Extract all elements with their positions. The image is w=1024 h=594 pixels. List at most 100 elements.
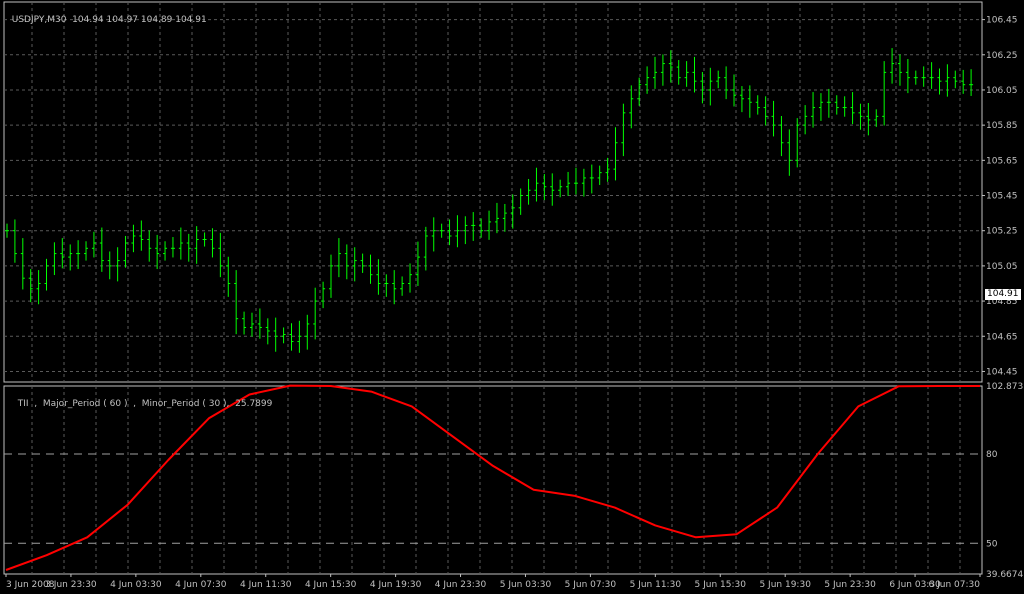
ohlc-bar [384, 274, 389, 297]
ohlc-bar [305, 314, 310, 350]
ohlc-bar [313, 287, 318, 340]
ohlc-bar [76, 240, 81, 270]
ohlc-bar [368, 254, 373, 284]
ohlc-bar [20, 238, 25, 290]
ohlc-bar [194, 226, 199, 264]
ohlc-bar [953, 70, 958, 89]
ohlc-bar [170, 237, 175, 258]
ohlc-bar [605, 157, 610, 182]
ohlc-bar [408, 263, 413, 293]
ohlc-bar [400, 276, 405, 296]
ohlc-bar [629, 85, 634, 129]
ohlc-bar [210, 228, 215, 258]
ohlc-bar [439, 223, 444, 238]
ohlc-bar [376, 259, 381, 295]
time-tick-label: 4 Jun 11:30 [240, 580, 292, 590]
ohlc-bar [84, 241, 89, 261]
time-tick-label: 4 Jun 15:30 [305, 580, 357, 590]
ohlc-bar [534, 167, 539, 202]
ohlc-bar [455, 215, 460, 248]
ohlc-bar [921, 66, 926, 87]
time-tick-label: 5 Jun 07:30 [565, 580, 617, 590]
ohlc-bar [542, 174, 547, 201]
ohlc-bar [115, 247, 120, 282]
ohlc-bar [273, 317, 278, 352]
ohlc-bar [487, 210, 492, 240]
ohlc-bar [68, 244, 73, 271]
ohlc-bar [289, 323, 294, 351]
ohlc-bar [91, 231, 96, 258]
ohlc-bar [969, 69, 974, 96]
time-tick-label: 6 Jun 07:30 [929, 580, 981, 590]
ohlc-bar [249, 312, 254, 337]
chart-canvas[interactable]: 106.45 106.25 106.05 105.85 105.65 105.45 105.… [0, 0, 1024, 594]
ohlc-bar [52, 242, 57, 276]
ohlc-bar [826, 88, 831, 118]
tii-line [5, 384, 980, 571]
grid [3, 1, 983, 575]
ohlc-bar [526, 178, 531, 205]
ohlc-bar [755, 95, 760, 115]
ohlc-bar [811, 92, 816, 128]
ohlc-bar [265, 318, 270, 345]
ohlc-bar [787, 129, 792, 176]
time-tick-label: 5 Jun 23:30 [824, 580, 876, 590]
ohlc-bar [12, 219, 17, 263]
ohlc-bar [850, 92, 855, 125]
ohlc-bar [344, 244, 349, 280]
ohlc-bar [479, 218, 484, 238]
ohlc-bar [99, 227, 104, 272]
ohlc-bar [905, 59, 910, 94]
ohlc-bar [724, 66, 729, 100]
ohlc-bar [676, 60, 681, 85]
ohlc-bar [937, 68, 942, 95]
indicator-tick-label: 102.873 [986, 382, 1023, 392]
indicator-label: TII , Major_Period ( 60 ) , Minor_Period… [17, 399, 273, 409]
time-tick-label: 4 Jun 19:30 [370, 580, 422, 590]
ohlc-bar [336, 238, 341, 278]
time-tick-label: 5 Jun 15:30 [695, 580, 747, 590]
ohlc-bar [779, 116, 784, 157]
price-tick-label: 105.25 [986, 227, 1018, 237]
indicator-tick-label: 50 [986, 539, 998, 549]
price-tick-label: 105.05 [986, 262, 1018, 272]
ohlc-bar [218, 232, 223, 278]
ohlc-bar [763, 96, 768, 126]
ohlc-bar [716, 70, 721, 89]
ohlc-bar [897, 54, 902, 86]
ohlc-bar [471, 212, 476, 241]
ohlc-bar [392, 270, 397, 305]
ohlc-bar [913, 70, 918, 85]
indicator-header: TII , Major_Period ( 60 ) , Minor_Period… [12, 389, 273, 409]
ohlc-bar [431, 217, 436, 252]
ohlc-bar [494, 202, 499, 234]
ohlc-bar [818, 93, 823, 121]
ohlc-bar [613, 127, 618, 181]
ohlc-bar [5, 223, 9, 238]
ohlc-bar [874, 109, 879, 127]
ohlc-bar [945, 64, 950, 97]
ohlc-bar [660, 54, 665, 86]
ohlc-bar [139, 220, 144, 251]
ohlc-bar [890, 48, 895, 84]
ohlc-bar [510, 194, 515, 229]
ohlc-bar [257, 308, 262, 339]
time-tick-label: 4 Jun 03:30 [110, 580, 162, 590]
ohlc-values: 104.94 104.97 104.89 104.91 [72, 15, 207, 25]
price-tick-label: 105.45 [986, 192, 1018, 202]
ohlc-bar [518, 188, 523, 215]
ohlc-bar [281, 327, 286, 344]
ohlc-bar [178, 227, 183, 260]
ohlc-bar [147, 230, 152, 262]
ohlc-bar [692, 56, 697, 93]
ohlc-bar [866, 102, 871, 136]
ohlc-bar [621, 103, 626, 157]
ohlc-bar [771, 100, 776, 137]
ohlc-bar [360, 253, 365, 273]
ohlc-bar [234, 270, 239, 335]
indicator-tick-label: 39.6674 [986, 570, 1023, 580]
ohlc-bar [242, 311, 247, 335]
ohlc-bar [202, 232, 207, 247]
ohlc-bar [581, 168, 586, 197]
ohlc-bar [842, 96, 847, 117]
